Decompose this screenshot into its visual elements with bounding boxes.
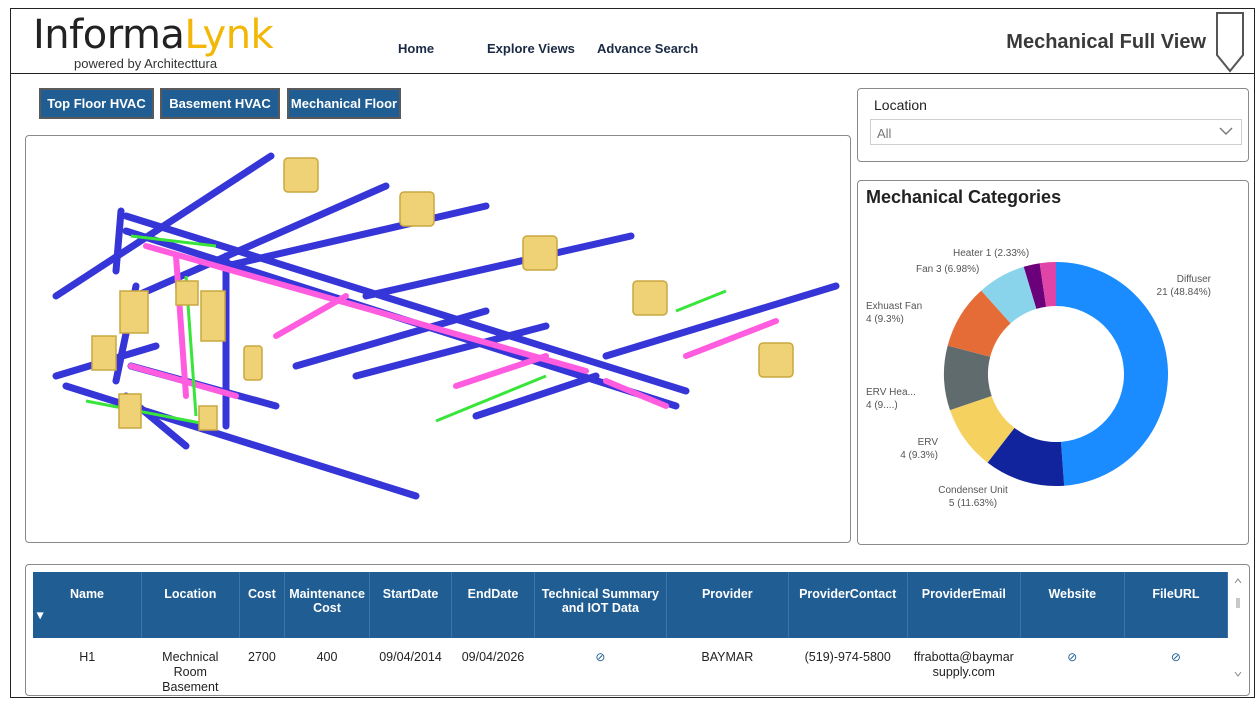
label-fan: Fan 3 (6.98%) — [916, 264, 980, 275]
cell-contact: (519)-974-5800 — [804, 650, 891, 664]
bookmark-icon[interactable] — [1214, 11, 1246, 73]
logo: InformaLynk — [33, 12, 274, 58]
page-title: Mechanical Full View — [1006, 31, 1206, 53]
table-header-row: Name ▾ Location Cost Maintenance Cost Sta… — [33, 572, 1229, 638]
link-icon[interactable]: ⊘ — [1171, 650, 1181, 664]
col-startdate[interactable]: StartDate — [369, 572, 453, 638]
label-condenser-unit: Condenser Unit 5 (11.63%) — [938, 485, 1008, 509]
nav-advance-search[interactable]: Advance Search — [597, 41, 698, 56]
col-provider-email[interactable]: ProviderEmail — [907, 572, 1021, 638]
basement-hvac-button[interactable]: Basement HVAC — [160, 88, 280, 119]
chevron-down-icon — [1219, 127, 1233, 135]
col-technical-summary[interactable]: Technical Summary and IOT Data — [534, 572, 668, 638]
cell-name: H1 — [79, 650, 96, 664]
cell-technical-summary[interactable]: ⊘ — [534, 638, 666, 695]
mechanical-floor-button[interactable]: Mechanical Floor — [287, 88, 401, 119]
logo-subtitle: powered by Architecttura — [74, 56, 218, 71]
cell-cost: 2700 — [248, 650, 276, 664]
col-fileurl[interactable]: FileURL — [1124, 572, 1229, 638]
label-erv: ERV 4 (9.3%) — [900, 437, 938, 461]
cell-location: Mechnical Room Basement — [162, 650, 219, 694]
hvac-3d-model[interactable] — [26, 136, 852, 544]
donut-chart[interactable] — [858, 181, 1250, 546]
sort-desc-icon[interactable]: ▾ — [37, 607, 137, 622]
label-heater: Heater 1 (2.33%) — [953, 248, 1030, 259]
location-label: Location — [874, 97, 927, 113]
cell-maintenance: 400 — [316, 650, 338, 664]
col-provider[interactable]: Provider — [666, 572, 789, 638]
header: InformaLynk powered by Architecttura Hom… — [11, 9, 1254, 74]
cell-provider: BAYMAR — [701, 650, 754, 664]
slice-diffuser[interactable] — [1056, 262, 1168, 486]
label-diffuser: Diffuser 21 (48.84%) — [1156, 274, 1211, 298]
location-filter: Location All — [857, 88, 1249, 162]
cell-end: 09/04/2026 — [461, 650, 525, 664]
table-scrollbar[interactable] — [1232, 572, 1244, 684]
label-exhaust-fan: Exhuast Fan 4 (9.3%) — [866, 301, 923, 325]
categories-panel: Mechanical Categories Heater 1 (2.33%) F… — [857, 180, 1249, 545]
cell-fileurl[interactable]: ⊘ — [1124, 638, 1227, 695]
model-viewer[interactable] — [25, 135, 851, 543]
top-floor-hvac-button[interactable]: Top Floor HVAC — [39, 88, 154, 119]
asset-table: Name ▾ Location Cost Maintenance Cost Sta… — [33, 572, 1229, 695]
label-erv-heater: ERV Hea... 4 (9....) — [866, 387, 916, 411]
col-provider-contact[interactable]: ProviderContact — [788, 572, 908, 638]
col-enddate[interactable]: EndDate — [451, 572, 535, 638]
location-value: All — [877, 126, 892, 141]
cell-start: 09/04/2014 — [379, 650, 442, 664]
link-icon[interactable]: ⊘ — [595, 650, 605, 664]
nav-home[interactable]: Home — [398, 41, 434, 56]
cell-email: ffrabotta@baymarsupply.com — [913, 650, 1014, 679]
col-name[interactable]: Name ▾ — [33, 572, 142, 638]
table-row[interactable]: H1 Mechnical Room Basement 2700 400 09/0… — [33, 638, 1228, 695]
col-website[interactable]: Website — [1020, 572, 1125, 638]
link-icon[interactable]: ⊘ — [1067, 650, 1077, 664]
col-cost[interactable]: Cost — [239, 572, 286, 638]
cell-website[interactable]: ⊘ — [1020, 638, 1124, 695]
col-maintenance-cost[interactable]: Maintenance Cost — [284, 572, 370, 638]
nav-explore-views[interactable]: Explore Views — [487, 41, 575, 56]
location-dropdown[interactable]: All — [870, 119, 1242, 145]
col-location[interactable]: Location — [141, 572, 240, 638]
